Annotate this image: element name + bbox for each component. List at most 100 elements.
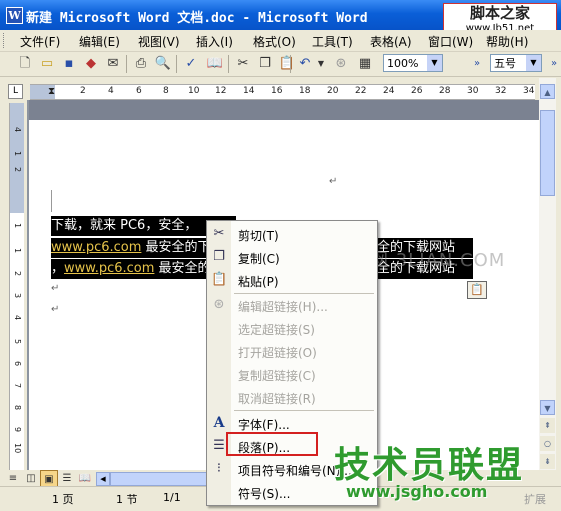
font-icon: A xyxy=(213,415,225,431)
toolbar-options-icon[interactable]: » xyxy=(545,55,561,73)
status-section: 1 节 xyxy=(116,493,138,506)
menu-table[interactable]: 表格(A) xyxy=(370,33,412,50)
scroll-left-icon[interactable]: ◀ xyxy=(96,472,110,486)
scissors-icon: ✂ xyxy=(213,226,225,241)
menu-item-edit-hyperlink: 编辑超链接(H)... xyxy=(238,300,328,314)
ruler-number: 12 xyxy=(215,86,227,96)
menu-item-remove-hyperlink: 取消超链接(R) xyxy=(238,392,316,406)
ruler-number: 4 xyxy=(13,315,22,321)
status-page-of: 1/1 xyxy=(163,491,181,504)
paragraph-mark: ↵ xyxy=(51,283,60,294)
window-title: 新建 Microsoft Word 文档.doc - Microsoft Wor… xyxy=(26,11,368,26)
save-icon[interactable]: ▪ xyxy=(60,55,78,73)
menu-edit[interactable]: 编辑(E) xyxy=(79,33,120,50)
standard-toolbar: 🗋 ▭ ▪ ◆ ✉ ⎙ 🔍 ✓ 📖 ✂ ❐ 📋 ↶ ▼ ⊛ ▦ 100% ▼ »… xyxy=(0,52,561,77)
menu-file[interactable]: 文件(F) xyxy=(20,33,60,50)
research-icon[interactable]: 📖 xyxy=(206,55,224,73)
doc-text: ， xyxy=(51,261,65,276)
scroll-up-icon[interactable]: ▲ xyxy=(540,84,555,99)
ruler-number: 2 xyxy=(13,167,22,173)
ruler-number: 34 xyxy=(523,86,535,96)
chevron-down-icon[interactable]: ▼ xyxy=(427,55,442,71)
margin-corner xyxy=(51,190,52,212)
zoom-combo[interactable]: 100% ▼ xyxy=(383,54,443,72)
tab-selector[interactable]: L xyxy=(8,84,23,99)
scroll-thumb[interactable] xyxy=(540,110,555,196)
browse-object-icon[interactable]: ○ xyxy=(540,436,555,451)
menu-view[interactable]: 视图(V) xyxy=(138,33,180,50)
toolbar-options-icon[interactable]: » xyxy=(468,55,486,73)
ruler-number: 14 xyxy=(243,86,255,96)
open-folder-icon[interactable]: ▭ xyxy=(38,55,56,73)
ruler-number: 3 xyxy=(13,293,22,299)
ruler-number: 24 xyxy=(383,86,395,96)
menu-tools[interactable]: 工具(T) xyxy=(312,33,353,50)
menubar-grip[interactable] xyxy=(3,33,7,48)
permission-icon[interactable]: ◆ xyxy=(82,55,100,73)
ruler-number: 32 xyxy=(495,86,507,96)
next-page-icon[interactable]: ⇟ xyxy=(540,454,555,469)
undo-dropdown-icon[interactable]: ▼ xyxy=(312,55,330,73)
menu-item-font[interactable]: 字体(F)... xyxy=(238,416,290,433)
menu-item-symbol[interactable]: 符号(S)... xyxy=(238,485,290,502)
ruler-number: 5 xyxy=(13,339,22,345)
paragraph-mark: ↵ xyxy=(51,304,60,315)
ruler-number: 6 xyxy=(136,86,142,96)
menu-item-paste[interactable]: 粘贴(P) xyxy=(238,273,279,290)
ruler-number: 10 xyxy=(13,443,22,454)
menu-help[interactable]: 帮助(H) xyxy=(486,33,528,50)
paragraph-mark: ↵ xyxy=(329,176,338,187)
bullets-icon: ⁝ xyxy=(216,461,222,476)
hyperlink-icon[interactable]: ⊛ xyxy=(332,55,350,73)
horizontal-scroll-thumb[interactable] xyxy=(110,472,212,486)
menu-item-copy[interactable]: 复制(C) xyxy=(238,250,280,267)
menu-insert[interactable]: 插入(I) xyxy=(196,33,233,50)
horizontal-ruler[interactable]: ⧗ 2 4 6 8 10 12 14 16 18 20 22 24 26 28 … xyxy=(30,84,535,100)
zoom-value: 100% xyxy=(387,57,419,70)
hyperlink-icon: ⊛ xyxy=(213,297,225,312)
ruler-number: 1 xyxy=(13,223,22,229)
menu-bar: 文件(F) 编辑(E) 视图(V) 插入(I) 格式(O) 工具(T) 表格(A… xyxy=(0,30,561,52)
status-extend[interactable]: 扩展 xyxy=(524,491,546,507)
paste-options-icon[interactable]: 📋 xyxy=(467,281,487,299)
paragraph-icon: ☰ xyxy=(213,438,225,453)
ruler-number: 4 xyxy=(13,127,22,133)
previous-page-icon[interactable]: ⇞ xyxy=(540,418,555,433)
indent-marker-icon[interactable]: ⧗ xyxy=(48,86,55,97)
doc-text: 最安全的下 xyxy=(141,240,211,255)
cut-icon[interactable]: ✂ xyxy=(234,55,252,73)
print-icon[interactable]: ⎙ xyxy=(132,55,150,73)
highlight-box xyxy=(226,432,318,456)
menu-item-select-hyperlink: 选定超链接(S) xyxy=(238,323,315,337)
doc-link[interactable]: www.pc6.com xyxy=(64,261,154,276)
spelling-icon[interactable]: ✓ xyxy=(182,55,200,73)
chevron-down-icon[interactable]: ▼ xyxy=(526,55,541,71)
table-icon[interactable]: ▦ xyxy=(356,55,374,73)
scroll-down-icon[interactable]: ▼ xyxy=(540,400,555,415)
ruler-number: 2 xyxy=(80,86,86,96)
font-size-combo[interactable]: 五号 ▼ xyxy=(490,54,542,72)
doc-link[interactable]: www.pc6.com xyxy=(51,240,141,255)
menu-format[interactable]: 格式(O) xyxy=(253,33,296,50)
email-icon[interactable]: ✉ xyxy=(104,55,122,73)
watermark-brand-url: www.jsgho.com xyxy=(346,482,488,501)
ruler-number: 30 xyxy=(467,86,479,96)
menu-item-copy-hyperlink: 复制超链接(C) xyxy=(238,369,316,383)
copy-icon[interactable]: ❐ xyxy=(256,55,274,73)
ruler-number: 16 xyxy=(271,86,283,96)
ruler-number: 4 xyxy=(108,86,114,96)
doc-text: 下载，就来 PC6，安全， xyxy=(51,218,198,233)
ruler-number: 26 xyxy=(411,86,423,96)
print-preview-icon[interactable]: 🔍 xyxy=(154,55,172,73)
doc-text: 最安全的 xyxy=(154,261,211,276)
ruler-number: 1 xyxy=(13,151,22,157)
ruler-number: 2 xyxy=(13,271,22,277)
menu-item-cut[interactable]: 剪切(T) xyxy=(238,227,279,244)
new-document-icon[interactable]: 🗋 xyxy=(16,55,34,73)
ruler-number: 6 xyxy=(13,361,22,367)
word-app-icon[interactable]: W xyxy=(6,7,23,24)
ruler-margin xyxy=(10,103,24,213)
menu-window[interactable]: 窗口(W) xyxy=(428,33,473,50)
vertical-ruler[interactable]: 4 1 2 1 1 2 3 4 5 6 7 8 9 10 xyxy=(9,103,24,470)
paste-icon[interactable]: 📋 xyxy=(278,55,296,73)
